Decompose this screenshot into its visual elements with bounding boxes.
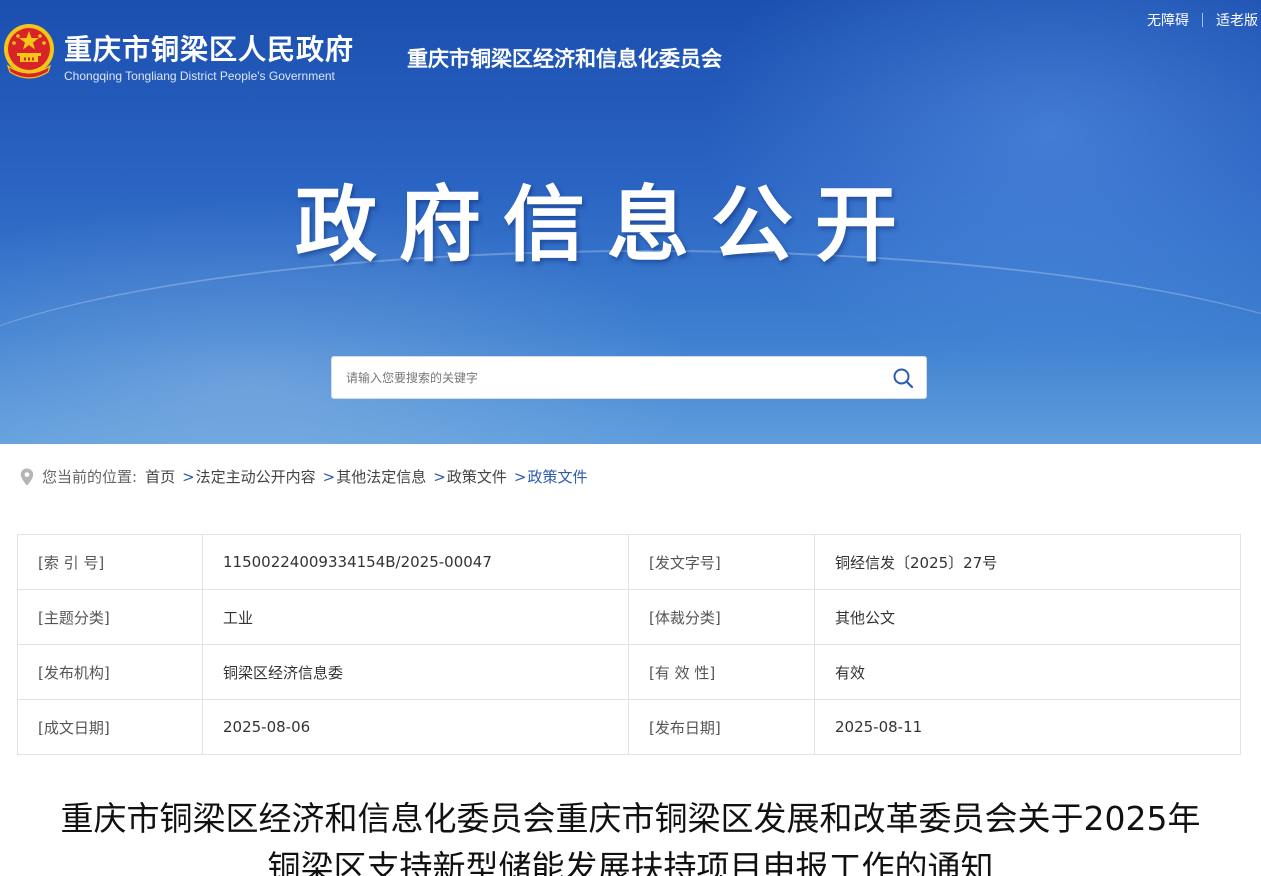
header-banner: 重庆市铜梁区人民政府 Chongqing Tongliang District …	[0, 0, 1261, 444]
meta-value: 11500224009334154B/2025-00047	[202, 534, 629, 590]
table-row: [索 引 号] 11500224009334154B/2025-00047 [发…	[17, 534, 1241, 590]
table-row: [发布机构] 铜梁区经济信息委 [有 效 性] 有效	[17, 644, 1241, 700]
table-row: [成文日期] 2025-08-06 [发布日期] 2025-08-11	[17, 699, 1241, 755]
national-emblem-icon[interactable]	[2, 22, 56, 82]
breadcrumb-separator: >	[182, 467, 195, 486]
breadcrumb-separator: >	[513, 467, 527, 486]
meta-key: [主题分类]	[17, 589, 203, 645]
hero-title: 政府信息公开	[295, 178, 920, 273]
accessibility-link[interactable]: 无障碍	[1147, 10, 1189, 30]
document-metadata-table: [索 引 号] 11500224009334154B/2025-00047 [发…	[17, 534, 1241, 755]
meta-key: [索 引 号]	[17, 534, 203, 590]
meta-key: [发布日期]	[628, 699, 815, 755]
meta-value: 铜梁区经济信息委	[202, 644, 629, 700]
meta-key: [发文字号]	[628, 534, 815, 590]
meta-value: 工业	[202, 589, 629, 645]
meta-key: [有 效 性]	[628, 644, 815, 700]
document-title-line: 铜梁区支持新型储能发展扶持项目申报工作的通知	[267, 848, 994, 876]
breadcrumb-item[interactable]: 法定主动公开内容	[196, 466, 316, 487]
document-title: 重庆市铜梁区经济和信息化委员会重庆市铜梁区发展和改革委员会关于2025年 铜梁区…	[0, 794, 1261, 876]
breadcrumb-home[interactable]: 首页	[145, 466, 175, 487]
breadcrumb-label: 您当前的位置:	[42, 468, 138, 486]
breadcrumb-item[interactable]: 其他法定信息	[336, 466, 426, 487]
meta-key: [成文日期]	[17, 699, 203, 755]
meta-value: 其他公文	[814, 589, 1241, 645]
meta-value: 有效	[814, 644, 1241, 700]
divider	[1202, 13, 1203, 27]
search-box	[331, 356, 927, 399]
site-title[interactable]: 重庆市铜梁区人民政府	[64, 28, 354, 68]
meta-key: [体裁分类]	[628, 589, 815, 645]
breadcrumb-current[interactable]: 政策文件	[527, 466, 587, 487]
meta-value: 2025-08-11	[814, 699, 1241, 755]
search-icon[interactable]	[892, 367, 914, 389]
breadcrumb-separator: >	[322, 467, 336, 486]
meta-value: 铜经信发〔2025〕27号	[814, 534, 1241, 590]
document-title-line: 重庆市铜梁区经济和信息化委员会重庆市铜梁区发展和改革委员会关于2025年	[60, 799, 1201, 838]
site-subtitle: Chongqing Tongliang District People's Go…	[64, 69, 335, 83]
breadcrumb-separator: >	[433, 467, 446, 486]
breadcrumb: 您当前的位置: 首页 > 法定主动公开内容 > 其他法定信息 > 政策文件 > …	[20, 466, 587, 487]
location-pin-icon	[20, 468, 34, 485]
breadcrumb-item[interactable]: 政策文件	[447, 466, 507, 487]
meta-key: [发布机构]	[17, 644, 203, 700]
elderly-mode-link[interactable]: 适老版	[1216, 10, 1258, 30]
top-links: 无障碍 适老版	[1147, 10, 1258, 30]
department-title[interactable]: 重庆市铜梁区经济和信息化委员会	[407, 43, 722, 73]
table-row: [主题分类] 工业 [体裁分类] 其他公文	[17, 589, 1241, 645]
meta-value: 2025-08-06	[202, 699, 629, 755]
search-input[interactable]	[346, 357, 876, 398]
